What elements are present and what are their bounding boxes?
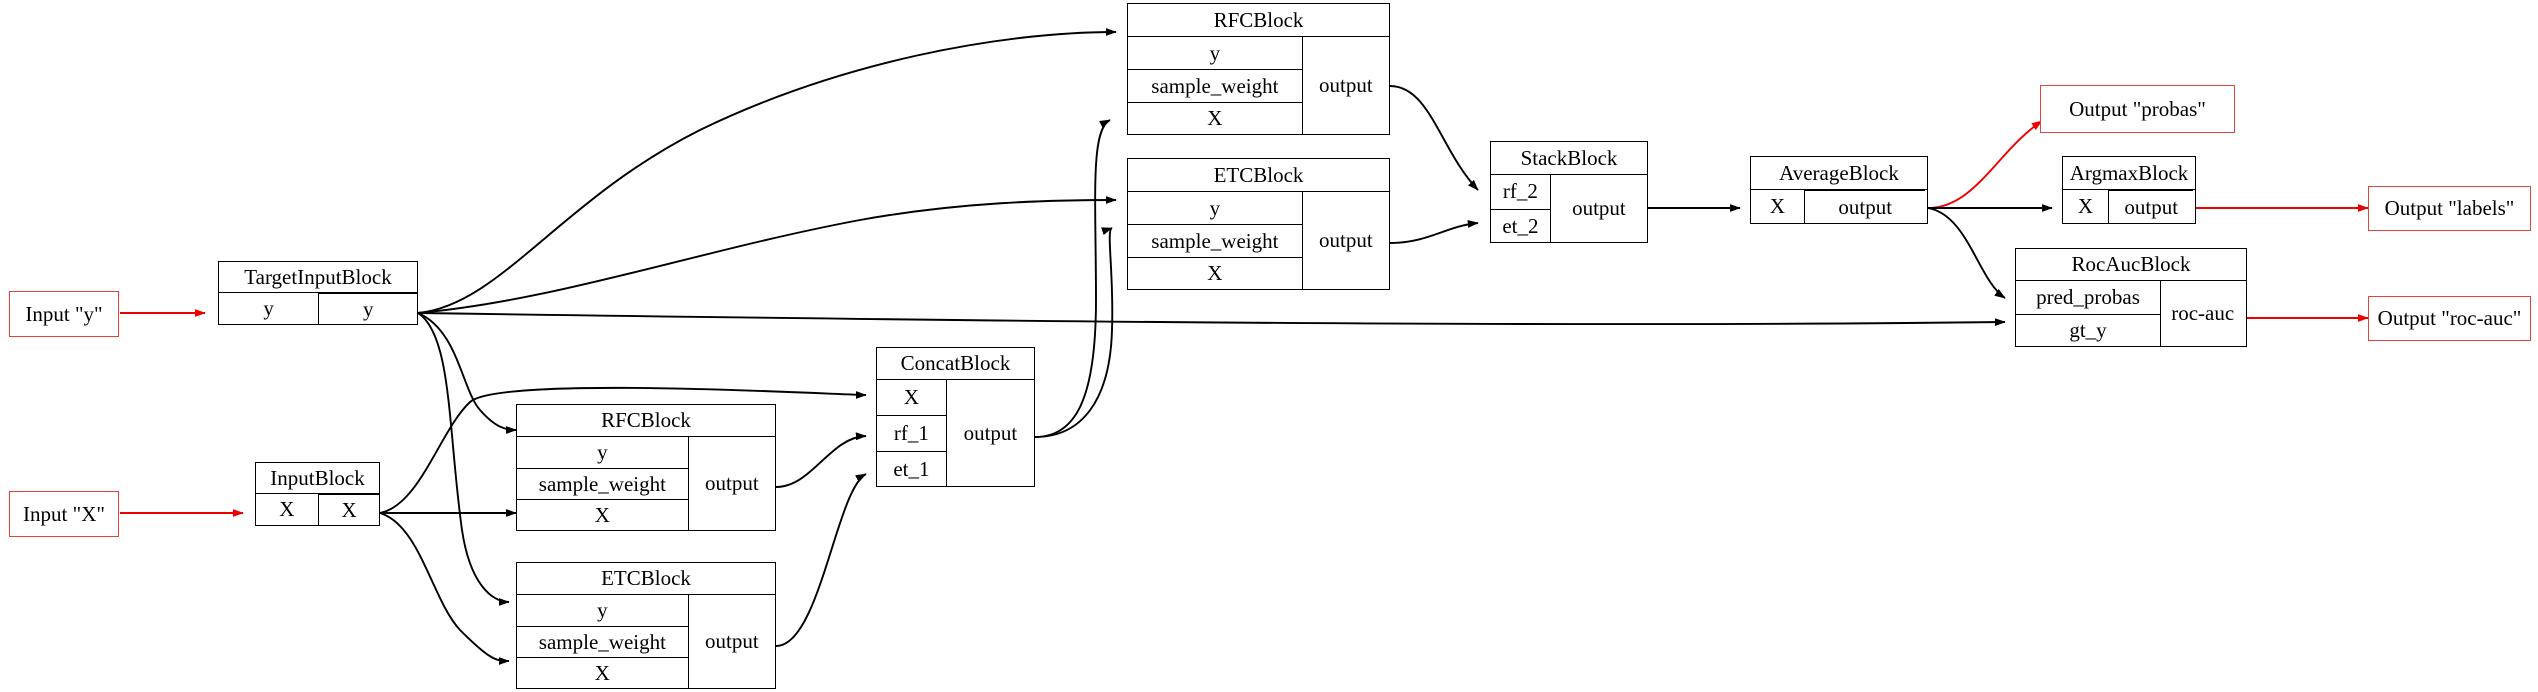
port-out-output[interactable]: output: [1804, 190, 1926, 223]
terminal-input-y[interactable]: Input "y": [9, 291, 119, 337]
port-in-y[interactable]: y: [1128, 192, 1302, 224]
node-rocauc-block[interactable]: RocAucBlock pred_probas gt_y roc-auc: [2015, 248, 2247, 347]
port-in-x[interactable]: X: [1128, 101, 1302, 134]
port-in-x[interactable]: X: [1128, 256, 1302, 289]
edge-concat-to-rfc2-x: [1034, 119, 1111, 438]
edge-etc2-to-stack-et2: [1389, 219, 1479, 244]
node-target-input-block[interactable]: TargetInputBlock y y: [218, 261, 418, 325]
port-in-x[interactable]: X: [1751, 190, 1804, 223]
node-title: InputBlock: [256, 463, 379, 494]
node-title: ArgmaxBlock: [2063, 157, 2195, 190]
node-concat-block[interactable]: ConcatBlock X rf_1 et_1 output: [876, 347, 1035, 487]
port-in-x[interactable]: X: [517, 499, 688, 530]
edge-target-to-rfc2-y: [417, 28, 1117, 314]
port-in-sample-weight[interactable]: sample_weight: [1128, 224, 1302, 256]
port-out-rocauc[interactable]: roc-auc: [2161, 281, 2244, 346]
edge-inputblock-to-etc1-x: [379, 512, 510, 665]
port-in-y[interactable]: y: [219, 293, 318, 324]
port-in-x[interactable]: X: [517, 657, 688, 688]
port-in-pred-probas[interactable]: pred_probas: [2016, 281, 2160, 314]
edge-average-to-out-probas: [1927, 120, 2043, 209]
edge-target-to-rocauc-gty: [417, 312, 2006, 327]
terminal-output-labels[interactable]: Output "labels": [2368, 186, 2531, 231]
node-title: RocAucBlock: [2016, 249, 2246, 281]
node-etc-block-1[interactable]: ETCBlock y sample_weight X output: [516, 562, 776, 689]
edge-concat-to-etc2-x: [1034, 227, 1114, 438]
terminal-output-rocauc[interactable]: Output "roc-auc": [2368, 296, 2531, 341]
port-in-y[interactable]: y: [517, 595, 688, 626]
node-argmax-block[interactable]: ArgmaxBlock X output: [2062, 156, 2196, 224]
port-in-rf1[interactable]: rf_1: [877, 415, 946, 450]
node-input-block[interactable]: InputBlock X X: [255, 462, 380, 526]
node-title: ETCBlock: [1128, 159, 1389, 192]
port-out-output[interactable]: output: [2108, 190, 2194, 223]
node-title: ConcatBlock: [877, 348, 1034, 380]
port-out-output[interactable]: output: [1551, 175, 1647, 242]
port-in-x[interactable]: X: [256, 494, 318, 525]
node-title: AverageBlock: [1751, 157, 1927, 190]
port-out-output[interactable]: output: [1303, 37, 1389, 134]
port-out-output[interactable]: output: [689, 595, 775, 688]
terminal-output-probas[interactable]: Output "probas": [2040, 85, 2235, 133]
port-out-output[interactable]: output: [947, 380, 1034, 486]
port-in-sample-weight[interactable]: sample_weight: [1128, 69, 1302, 101]
port-out-output[interactable]: output: [1303, 192, 1389, 289]
port-out-y[interactable]: y: [318, 293, 418, 324]
node-title: StackBlock: [1491, 142, 1647, 175]
edge-target-to-etc1-y: [417, 312, 510, 606]
edge-rfc2-to-stack-rf2: [1389, 85, 1479, 191]
port-in-rf2[interactable]: rf_2: [1491, 175, 1550, 209]
node-rfc-block-2[interactable]: RFCBlock y sample_weight X output: [1127, 3, 1390, 135]
port-in-gt-y[interactable]: gt_y: [2016, 313, 2160, 347]
node-rfc-block-1[interactable]: RFCBlock y sample_weight X output: [516, 404, 776, 531]
port-out-x[interactable]: X: [317, 494, 380, 525]
node-title: TargetInputBlock: [219, 262, 417, 293]
node-stack-block[interactable]: StackBlock rf_2 et_2 output: [1490, 141, 1648, 243]
edge-etc1-to-concat-et1: [775, 473, 867, 647]
terminal-input-x[interactable]: Input "X": [9, 491, 119, 537]
node-average-block[interactable]: AverageBlock X output: [1750, 156, 1928, 224]
port-in-sample-weight[interactable]: sample_weight: [517, 626, 688, 657]
port-in-sample-weight[interactable]: sample_weight: [517, 468, 688, 499]
graph-canvas: Input "y" Input "X" Output "probas" Outp…: [0, 0, 2538, 692]
node-etc-block-2[interactable]: ETCBlock y sample_weight X output: [1127, 158, 1390, 290]
node-title: ETCBlock: [517, 563, 775, 595]
port-in-x[interactable]: X: [877, 380, 946, 415]
port-in-x[interactable]: X: [2063, 190, 2108, 223]
edge-rfc1-to-concat-rf1: [775, 432, 867, 488]
port-in-y[interactable]: y: [517, 437, 688, 468]
port-in-et1[interactable]: et_1: [877, 450, 946, 486]
port-in-et2[interactable]: et_2: [1491, 208, 1550, 243]
node-title: RFCBlock: [1128, 4, 1389, 37]
edge-average-to-rocauc-pred: [1927, 207, 2006, 299]
port-out-output[interactable]: output: [689, 437, 775, 530]
node-title: RFCBlock: [517, 405, 775, 437]
port-in-y[interactable]: y: [1128, 37, 1302, 69]
